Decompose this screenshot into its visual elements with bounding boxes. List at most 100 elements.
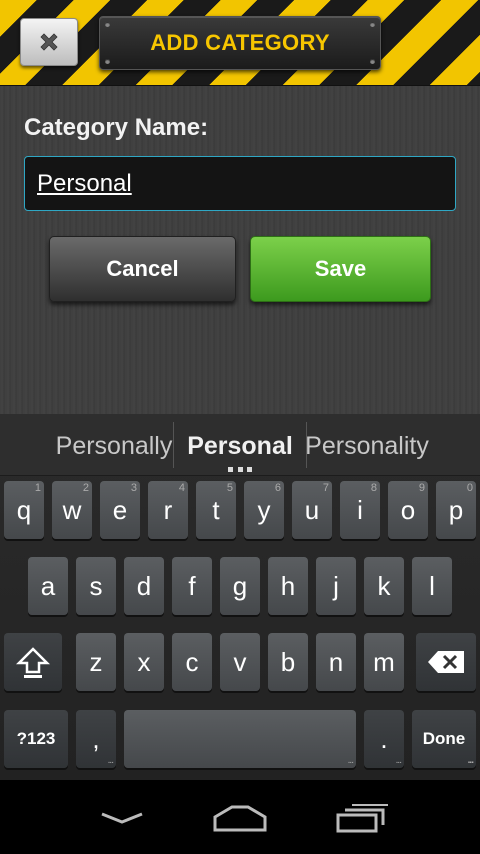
suggestion-bar: Personally Personal Personality — [0, 414, 480, 476]
key-label: t — [212, 494, 220, 525]
key-label: i — [357, 494, 363, 525]
key-f[interactable]: f — [172, 557, 212, 615]
key-o[interactable]: o9 — [388, 481, 428, 539]
key-label: m — [373, 646, 395, 677]
key-g[interactable]: g — [220, 557, 260, 615]
key-j[interactable]: j — [316, 557, 356, 615]
backspace-key[interactable] — [416, 633, 476, 691]
home-button[interactable] — [210, 798, 270, 838]
close-x-icon — [40, 33, 58, 51]
recent-apps-icon — [336, 804, 388, 833]
done-key-label: Done — [422, 729, 466, 748]
key-t[interactable]: t5 — [196, 481, 236, 539]
period-key-label: . — [380, 723, 388, 754]
category-name-label: Category Name: — [24, 114, 209, 141]
key-hint: 0 — [466, 482, 473, 494]
cancel-button[interactable]: Cancel — [49, 236, 236, 302]
back-icon — [101, 812, 143, 824]
more-icon: ... — [107, 755, 114, 766]
key-p[interactable]: p0 — [436, 481, 476, 539]
back-button[interactable] — [92, 798, 152, 838]
comma-key[interactable]: , ... — [76, 710, 116, 768]
recent-apps-button[interactable] — [332, 798, 392, 838]
key-d[interactable]: d — [124, 557, 164, 615]
more-icon: ... — [395, 755, 402, 766]
key-n[interactable]: n — [316, 633, 356, 691]
key-s[interactable]: s — [76, 557, 116, 615]
key-a[interactable]: a — [28, 557, 68, 615]
key-c[interactable]: c — [172, 633, 212, 691]
more-icon: ... — [347, 755, 354, 766]
backspace-icon — [428, 651, 464, 673]
key-r[interactable]: r4 — [148, 481, 188, 539]
system-nav-bar — [0, 780, 480, 854]
key-label: l — [429, 570, 435, 601]
key-x[interactable]: x — [124, 633, 164, 691]
key-hint: 2 — [82, 482, 89, 494]
divider — [173, 422, 174, 468]
key-label: k — [377, 570, 391, 601]
key-label: v — [233, 646, 247, 677]
save-button[interactable]: Save — [250, 236, 431, 302]
key-label: b — [280, 646, 296, 677]
key-u[interactable]: u7 — [292, 481, 332, 539]
key-label: r — [163, 494, 173, 525]
close-button[interactable] — [20, 18, 78, 66]
home-icon — [213, 805, 267, 832]
key-label: c — [185, 646, 199, 677]
key-label: e — [112, 494, 128, 525]
key-m[interactable]: m — [364, 633, 404, 691]
category-name-input[interactable]: Personal — [24, 156, 456, 211]
comma-key-label: , — [92, 723, 100, 754]
key-y[interactable]: y6 — [244, 481, 284, 539]
title-plate: ADD CATEGORY — [99, 16, 381, 70]
soft-keyboard: Personally Personal Personality ?123 , .… — [0, 414, 480, 780]
suggestion-3[interactable]: Personality — [305, 428, 429, 464]
key-label: g — [232, 570, 248, 601]
symbols-key[interactable]: ?123 — [4, 710, 68, 768]
key-e[interactable]: e3 — [100, 481, 140, 539]
key-label: x — [137, 646, 151, 677]
key-i[interactable]: i8 — [340, 481, 380, 539]
key-hint: 7 — [322, 482, 329, 494]
key-hint: 4 — [178, 482, 185, 494]
more-icon: ... — [467, 755, 474, 766]
key-z[interactable]: z — [76, 633, 116, 691]
key-label: y — [257, 494, 271, 525]
key-hint: 9 — [418, 482, 425, 494]
more-suggestions-icon[interactable] — [228, 467, 252, 473]
key-label: a — [40, 570, 56, 601]
key-label: w — [62, 494, 82, 525]
key-label: n — [328, 646, 344, 677]
key-b[interactable]: b — [268, 633, 308, 691]
page-title: ADD CATEGORY — [150, 30, 330, 55]
key-label: p — [448, 494, 464, 525]
key-v[interactable]: v — [220, 633, 260, 691]
form-area: Category Name: Personal Cancel Save — [0, 86, 480, 414]
key-hint: 1 — [34, 482, 41, 494]
key-q[interactable]: q1 — [4, 481, 44, 539]
header-bar: ADD CATEGORY — [0, 0, 480, 86]
space-key[interactable]: ... — [124, 710, 356, 768]
key-hint: 6 — [274, 482, 281, 494]
suggestion-1[interactable]: Personally — [56, 428, 173, 464]
key-label: z — [89, 646, 103, 677]
key-hint: 3 — [130, 482, 137, 494]
shift-icon — [16, 647, 50, 678]
key-label: s — [89, 570, 103, 601]
key-label: h — [280, 570, 296, 601]
key-l[interactable]: l — [412, 557, 452, 615]
suggestion-2[interactable]: Personal — [176, 428, 304, 464]
key-hint: 5 — [226, 482, 233, 494]
key-w[interactable]: w2 — [52, 481, 92, 539]
key-label: o — [400, 494, 416, 525]
key-k[interactable]: k — [364, 557, 404, 615]
category-name-value: Personal — [37, 169, 132, 197]
key-label: q — [16, 494, 32, 525]
key-h[interactable]: h — [268, 557, 308, 615]
period-key[interactable]: . ... — [364, 710, 404, 768]
key-label: f — [188, 570, 196, 601]
key-label: j — [333, 570, 339, 601]
shift-key[interactable] — [4, 633, 62, 691]
done-key[interactable]: Done ... — [412, 710, 476, 768]
